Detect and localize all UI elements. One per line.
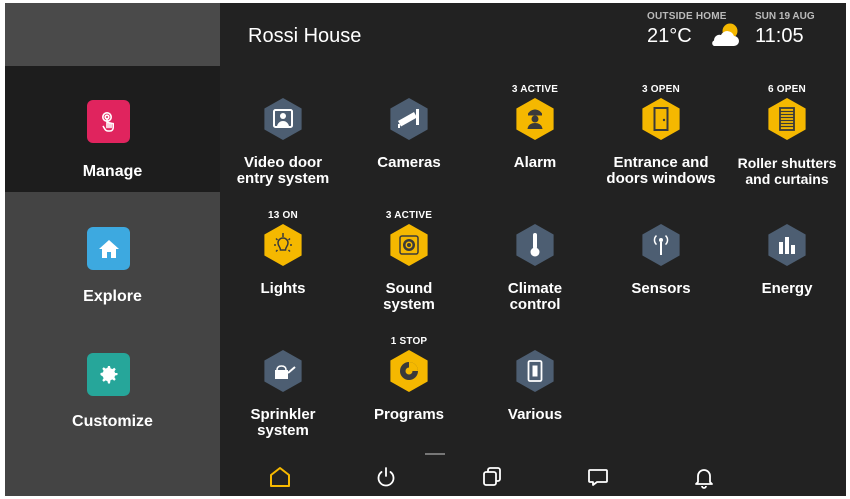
tile-climate-control[interactable]: Climate control: [472, 192, 598, 318]
tile-label: Sprinkler system: [250, 406, 316, 439]
status-badge: 1 STOP: [390, 336, 428, 347]
multitask-icon[interactable]: [479, 464, 505, 490]
sidebar-header: [5, 3, 220, 67]
power-icon[interactable]: [373, 464, 399, 490]
tile-programs[interactable]: 1 STOP Programs: [346, 318, 472, 444]
status-badge: 13 ON: [268, 210, 298, 221]
tile-label: Lights: [260, 280, 306, 297]
tile-lights[interactable]: 13 ON Lights: [220, 192, 346, 318]
tile-label: Various: [507, 406, 563, 423]
camera-icon: [387, 97, 431, 141]
energy-icon: [765, 223, 809, 267]
status-badge: 3 ACTIVE: [511, 84, 559, 95]
page-title[interactable]: Rossi House: [248, 25, 361, 48]
tile-label: Cameras: [377, 154, 441, 171]
tile-energy[interactable]: Energy: [724, 192, 846, 318]
guard-icon: [513, 97, 557, 141]
touch-icon: [87, 100, 130, 143]
page-indicator: [425, 453, 445, 455]
tile-alarm[interactable]: 3 ACTIVE Alarm: [472, 66, 598, 192]
screen: Manage Explore Customize Rossi House OUT…: [5, 3, 846, 496]
tile-roller-shutters-and-curtains[interactable]: 6 OPEN Roller shutters and curtains: [724, 66, 846, 192]
speaker-icon: [387, 223, 431, 267]
tile-video-door-entry-system[interactable]: Video door entry system: [220, 66, 346, 192]
door-icon: [639, 97, 683, 141]
sidebar: Manage Explore Customize: [5, 3, 220, 496]
tile-label: Roller shutters and curtains: [737, 155, 837, 187]
sensor-icon: [639, 223, 683, 267]
clock: 11:05: [755, 25, 804, 47]
bell-icon[interactable]: [691, 464, 717, 490]
thermometer-icon: [513, 223, 557, 267]
partly-cloudy-icon: [708, 20, 744, 50]
home-icon: [87, 227, 130, 270]
date-label: SUN 19 AUG: [755, 11, 815, 22]
temperature: 21°C: [647, 25, 692, 47]
tile-label: Sound system: [383, 280, 435, 313]
bottom-bar: [220, 458, 846, 496]
header: Rossi House OUTSIDE HOME 21°C SUN 19 AUG…: [220, 3, 846, 66]
gear-icon: [87, 353, 130, 396]
sidebar-item-label: Explore: [83, 288, 142, 305]
status-badge: 6 OPEN: [768, 84, 806, 95]
tile-sound-system[interactable]: 3 ACTIVE Sound system: [346, 192, 472, 318]
tile-label: Energy: [761, 280, 813, 297]
message-icon[interactable]: [585, 464, 611, 490]
watering-can-icon: [261, 349, 305, 393]
video-door-icon: [261, 97, 305, 141]
status-badge: 3 OPEN: [642, 84, 680, 95]
sidebar-item-customize[interactable]: Customize: [5, 318, 220, 444]
shutter-icon: [765, 97, 809, 141]
status-badge: 3 ACTIVE: [385, 210, 433, 221]
tile-label: Climate control: [507, 280, 563, 313]
programs-icon: [387, 349, 431, 393]
tile-label: Programs: [373, 406, 445, 423]
switch-icon: [513, 349, 557, 393]
sidebar-item-label: Customize: [72, 413, 153, 430]
tile-entrance-and-doors-windows[interactable]: 3 OPEN Entrance and doors windows: [598, 66, 724, 192]
sidebar-item-explore[interactable]: Explore: [5, 192, 220, 318]
home-outline-icon[interactable]: [267, 464, 293, 490]
tile-label: Sensors: [631, 280, 691, 297]
tile-label: Video door entry system: [236, 154, 330, 187]
tile-label: Entrance and doors windows: [606, 154, 716, 187]
bulb-icon: [261, 223, 305, 267]
tile-label: Alarm: [513, 154, 557, 171]
sidebar-item-manage[interactable]: Manage: [5, 66, 220, 192]
sidebar-item-label: Manage: [82, 163, 143, 180]
tile-cameras[interactable]: Cameras: [346, 66, 472, 192]
tile-sprinkler-system[interactable]: Sprinkler system: [220, 318, 346, 444]
tile-sensors[interactable]: Sensors: [598, 192, 724, 318]
tile-various[interactable]: Various: [472, 318, 598, 444]
